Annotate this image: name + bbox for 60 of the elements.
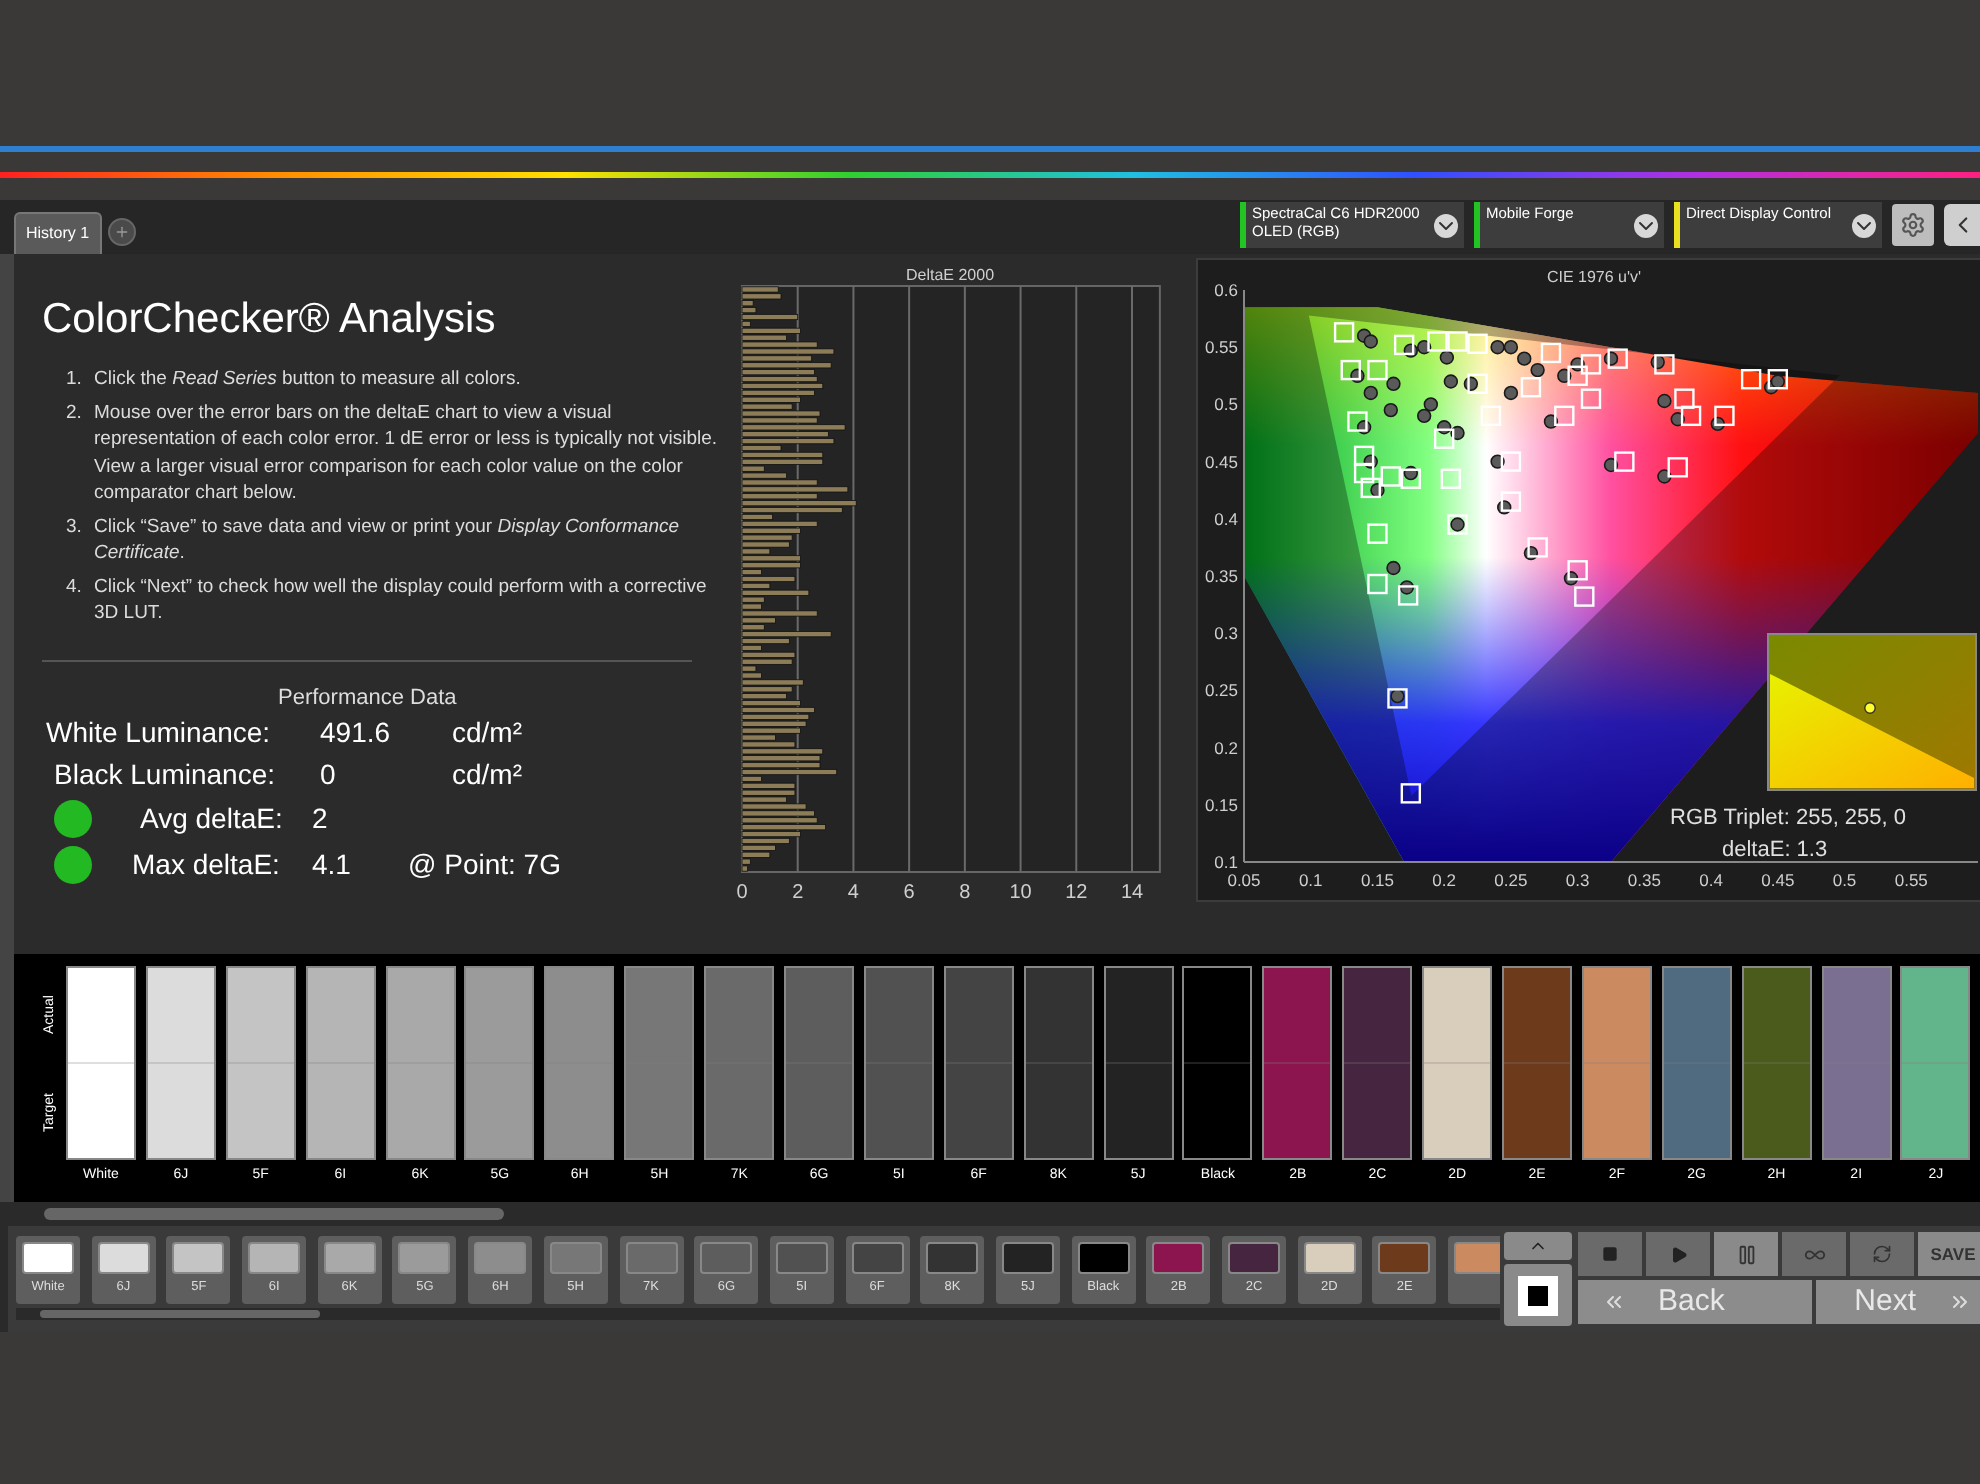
step-number: 3. [66,513,84,541]
step-number: 1. [66,366,84,393]
axis-tick-label: 12 [1065,882,1088,904]
axis-tick-label: 0.1 [1298,870,1323,890]
axis-tick-label: 0.35 [1627,870,1661,890]
axis-tick-label: 0.05 [1227,870,1261,890]
axis-tick-label: 0.25 [1494,870,1528,890]
instruction-text: Click the Read Series button to measure all colors. [94,366,521,393]
save-button[interactable]: SAVE [1918,1232,1980,1276]
unit-text: cd/m² [452,756,522,794]
rgb-triplet-text: RGB Triplet: 255, 255, 0 [1670,806,1907,830]
metric-value: 0 [320,756,338,794]
next-button[interactable]: Next [1816,1280,1980,1324]
section-heading: Performance Data [278,683,459,713]
instruction-text: Click “Next” to check how well the display could perform with a corrective 3D LUT. [94,573,709,627]
axis-tick-label: 0.4 [1699,870,1723,890]
axis-tick-label: 0.45 [1204,451,1238,472]
deltae-text: deltaE: 1.3 [1722,838,1828,862]
page-title: ColorChecker® Analysis [42,294,498,346]
metric-label: Avg deltaE: [140,800,285,838]
axis-tick-label: 2 [792,882,804,904]
metric-label: Black Luminance: [54,756,278,794]
history-tab[interactable]: History 1 [14,212,102,254]
chart-title: DeltaE 2000 [905,266,995,284]
metric-value: 4.1 [312,846,353,884]
instruction-text: Mouse over the error bars on the deltaE chart to view a visual representation of each color error. 1 dE error or less is typically not visible. [94,399,720,453]
point-text: @ Point: 7G [408,846,561,884]
axis-tick-label: 4 [847,882,859,904]
axis-tick-label: 0.25 [1204,680,1238,701]
instruction-text: Click “Save” to save data and view or print your Display Conformance Certificate. [94,513,682,567]
axis-tick-label: 0.6 [1214,280,1238,300]
axis-tick-label: 0.45 [1761,870,1795,890]
metric-value: 491.6 [320,714,393,752]
step-number: 2. [66,399,84,427]
unit-text: cd/m² [452,714,522,752]
axis-tick-label: 0.15 [1204,794,1238,815]
axis-tick-label: 0.3 [1214,623,1238,644]
axis-tick-label: 14 [1120,882,1144,904]
step-number: 4. [66,573,84,601]
metric-value: 2 [312,800,330,838]
axis-tick-label: 0.3 [1565,870,1590,890]
axis-tick-label: 10 [1009,882,1032,904]
axis-tick-label: 0.35 [1204,566,1238,586]
axis-tick-label: 0.1 [1214,852,1238,872]
axis-tick-label: 0.15 [1360,870,1394,890]
axis-tick-label: 0.5 [1832,870,1857,890]
axis-tick-label: 0.2 [1432,870,1456,890]
axis-tick-label: 0.55 [1204,337,1238,358]
chart-title: CIE 1976 u'v' [1546,268,1642,286]
back-button[interactable]: Back [1578,1280,1812,1324]
axis-tick-label: 8 [959,882,971,904]
axis-tick-label: 0.5 [1214,394,1238,415]
axis-tick-label: 6 [903,882,915,904]
metric-label: White Luminance: [46,714,273,752]
axis-tick-label: 0.4 [1214,508,1238,529]
metric-label: Max deltaE: [132,846,282,884]
axis-tick-label: 0 [736,882,748,904]
axis-tick-label: 0.2 [1214,737,1238,758]
instruction-text: View a larger visual error comparison for each color value on the color comparator chart below. [94,453,685,507]
axis-tick-label: 0.55 [1894,870,1928,890]
